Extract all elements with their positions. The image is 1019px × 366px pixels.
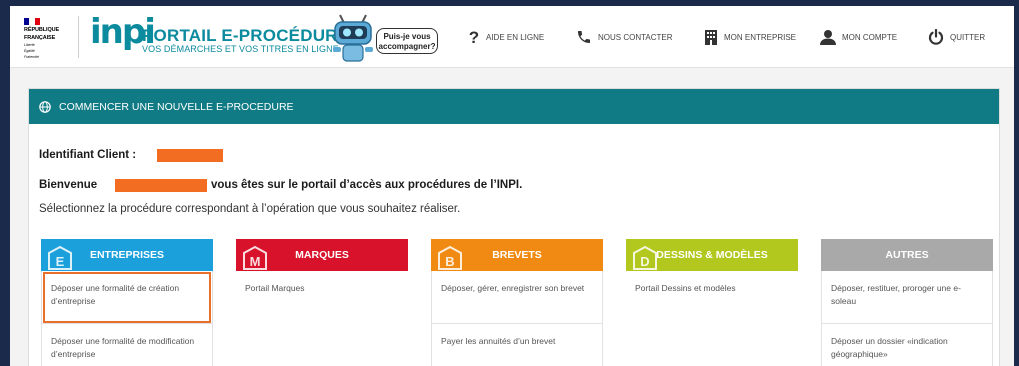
nav-quitter[interactable]: QUITTER bbox=[928, 6, 985, 68]
marques-letter: M bbox=[250, 254, 261, 269]
welcome-prefix: Bienvenue bbox=[39, 179, 98, 191]
marques-hexagon-icon: M bbox=[243, 245, 267, 270]
top-bar: RÉPUBLIQUE FRANÇAISE Liberté Égalité Fra… bbox=[10, 6, 1014, 68]
client-name-redaction bbox=[115, 179, 207, 192]
globe-icon bbox=[39, 100, 51, 113]
portal-window: RÉPUBLIQUE FRANÇAISE Liberté Égalité Fra… bbox=[10, 6, 1014, 366]
panel-header: COMMENCER UNE NOUVELLE E-PROCEDURE bbox=[29, 89, 999, 124]
card-brevets-header[interactable]: B BREVETS bbox=[431, 239, 603, 271]
assistant-robot-icon[interactable] bbox=[330, 13, 376, 63]
link-creation-entreprise[interactable]: Déposer une formalité de création d’entr… bbox=[42, 271, 212, 324]
republique-line-1: RÉPUBLIQUE bbox=[24, 27, 60, 33]
card-autres: AUTRES Déposer, restituer, proroger une … bbox=[821, 239, 993, 366]
card-dessins-modeles-title: DESSINS & MODÈLES bbox=[656, 249, 768, 261]
client-id-label: Identifiant Client : bbox=[39, 149, 137, 161]
card-dessins-modeles-header[interactable]: D DESSINS & MODÈLES bbox=[626, 239, 798, 271]
card-autres-title: AUTRES bbox=[885, 249, 929, 261]
card-autres-header[interactable]: AUTRES bbox=[821, 239, 993, 271]
devise-3: Fraternité bbox=[24, 55, 39, 59]
card-brevets-title: BREVETS bbox=[492, 249, 542, 261]
link-e-soleau[interactable]: Déposer, restituer, proroger une e-solea… bbox=[822, 271, 992, 324]
card-dessins-modeles-links: Portail Dessins et modèles bbox=[626, 271, 798, 324]
nav-quitter-label: QUITTER bbox=[950, 32, 986, 42]
link-indication-geographique[interactable]: Déposer un dossier «indication géographi… bbox=[822, 324, 992, 366]
svg-text:?: ? bbox=[469, 29, 479, 45]
nav-mon-compte-label: MON COMPTE bbox=[842, 32, 898, 42]
welcome-message: vous êtes sur le portail d’accès aux pro… bbox=[211, 179, 523, 191]
card-marques-title: MARQUES bbox=[295, 249, 349, 261]
card-autres-links: Déposer, restituer, proroger une e-solea… bbox=[821, 271, 993, 366]
brevets-hexagon-icon: B bbox=[438, 245, 462, 270]
assistant-bubble-line-1: Puis-je vous bbox=[383, 32, 431, 41]
republique-francaise-logo: RÉPUBLIQUE FRANÇAISE Liberté Égalité Fra… bbox=[24, 18, 64, 59]
assistant-bubble[interactable]: Puis-je vous accompagner? bbox=[376, 28, 438, 54]
republique-line-2: FRANÇAISE bbox=[24, 35, 56, 41]
procedure-panel: COMMENCER UNE NOUVELLE E-PROCEDURE Ident… bbox=[28, 88, 1000, 366]
entreprises-letter: E bbox=[56, 254, 65, 269]
portal-title: PORTAIL E-PROCÉDURES bbox=[142, 26, 361, 45]
devise-2: Égalité bbox=[24, 49, 35, 53]
card-marques: M MARQUES Portail Marques bbox=[236, 239, 408, 324]
nav-mon-entreprise[interactable]: MON ENTREPRISE bbox=[704, 6, 796, 68]
assistant-bubble-line-2: accompagner? bbox=[378, 42, 436, 51]
dessins-letter: D bbox=[640, 254, 649, 269]
link-payer-annuites[interactable]: Payer les annuités d’un brevet bbox=[432, 324, 602, 366]
logo-separator bbox=[78, 16, 79, 58]
link-modification-entreprise[interactable]: Déposer une formalité de modification d’… bbox=[42, 324, 212, 366]
card-brevets: B BREVETS Déposer, gérer, enregistrer so… bbox=[431, 239, 603, 366]
nav-mon-compte[interactable]: MON COMPTE bbox=[820, 6, 897, 68]
power-icon bbox=[928, 29, 944, 45]
card-entreprises-links: Déposer une formalité de création d’entr… bbox=[41, 271, 213, 366]
french-flag-icon bbox=[24, 18, 40, 25]
user-icon bbox=[820, 30, 836, 45]
entreprises-hexagon-icon: E bbox=[48, 245, 72, 270]
devise-1: Liberté bbox=[24, 43, 35, 47]
nav-nous-contacter[interactable]: NOUS CONTACTER bbox=[576, 6, 673, 68]
link-deposer-brevet[interactable]: Déposer, gérer, enregistrer son brevet bbox=[432, 271, 602, 324]
card-brevets-links: Déposer, gérer, enregistrer son brevet P… bbox=[431, 271, 603, 366]
card-dessins-modeles: D DESSINS & MODÈLES Portail Dessins et m… bbox=[626, 239, 798, 324]
dessins-hexagon-icon: D bbox=[633, 245, 657, 270]
nav-aide-en-ligne[interactable]: ? AIDE EN LIGNE bbox=[468, 6, 544, 68]
client-id-redaction bbox=[157, 149, 223, 162]
phone-icon bbox=[578, 31, 590, 43]
building-icon bbox=[705, 30, 717, 45]
card-entreprises-title: ENTREPRISES bbox=[89, 249, 165, 261]
nav-nous-contacter-label: NOUS CONTACTER bbox=[598, 32, 673, 42]
card-marques-links: Portail Marques bbox=[236, 271, 408, 324]
question-icon: ? bbox=[469, 29, 479, 45]
portal-subtitle: VOS DÉMARCHES ET VOS TITRES EN LIGNE bbox=[142, 44, 339, 54]
link-portail-marques[interactable]: Portail Marques bbox=[236, 271, 408, 324]
instruction-text: Sélectionnez la procédure correspondant … bbox=[39, 203, 461, 215]
link-portail-dessins[interactable]: Portail Dessins et modèles bbox=[626, 271, 798, 324]
card-entreprises-header[interactable]: E ENTREPRISES bbox=[41, 239, 213, 271]
nav-mon-entreprise-label: MON ENTREPRISE bbox=[724, 32, 797, 42]
card-entreprises: E ENTREPRISES Déposer une formalité de c… bbox=[41, 239, 213, 366]
nav-aide-en-ligne-label: AIDE EN LIGNE bbox=[486, 32, 545, 42]
card-marques-header[interactable]: M MARQUES bbox=[236, 239, 408, 271]
panel-title: COMMENCER UNE NOUVELLE E-PROCEDURE bbox=[59, 100, 294, 113]
brevets-letter: B bbox=[445, 254, 454, 269]
